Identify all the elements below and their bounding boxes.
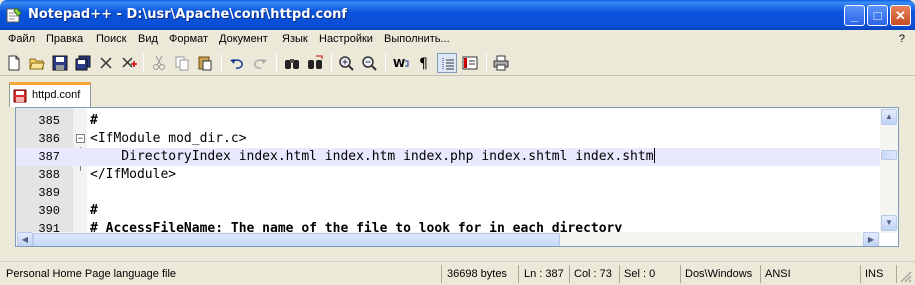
line-number: 385 (38, 114, 60, 128)
code-line[interactable]: 385 # (16, 112, 880, 130)
tab-httpd-conf[interactable]: httpd.conf (9, 82, 91, 107)
user-lang-icon[interactable] (460, 53, 480, 73)
title-bar[interactable]: Notepad++ - D:\usr\Apache\conf\httpd.con… (0, 0, 915, 30)
status-bar: Personal Home Page language file 36698 b… (0, 261, 915, 285)
save-icon[interactable] (50, 53, 70, 73)
code-line[interactable]: 389 (16, 184, 880, 202)
close-file-icon[interactable] (96, 53, 116, 73)
line-number: 386 (38, 132, 60, 146)
save-all-icon[interactable] (73, 53, 93, 73)
zoom-in-icon[interactable] (336, 53, 356, 73)
print-icon[interactable] (491, 53, 511, 73)
tab-strip: httpd.conf (0, 77, 915, 107)
code-line[interactable]: 390 # (16, 202, 880, 220)
status-column: Col : 73 (570, 265, 620, 283)
line-text: # (90, 113, 98, 128)
line-number: 389 (38, 186, 60, 200)
horizontal-scrollbar[interactable]: ◀ ▶ (16, 232, 880, 246)
menu-format[interactable]: Формат (169, 33, 208, 45)
cut-icon[interactable] (149, 53, 169, 73)
scroll-left-icon[interactable]: ◀ (17, 232, 33, 246)
status-insert-mode: INS (861, 265, 897, 283)
tab-label: httpd.conf (32, 89, 81, 101)
minimize-button[interactable]: _ (844, 5, 865, 26)
close-button[interactable]: ✕ (890, 5, 911, 26)
scroll-right-icon[interactable]: ▶ (863, 232, 879, 246)
menu-document[interactable]: Документ (219, 33, 268, 45)
code-line[interactable]: 388 </IfModule> (16, 166, 880, 184)
status-selection: Sel : 0 (620, 265, 681, 283)
vertical-scrollbar[interactable]: ▲ ▼ (880, 108, 898, 233)
line-text: # (90, 203, 98, 218)
scroll-up-icon[interactable]: ▲ (881, 109, 897, 125)
find-icon[interactable] (282, 53, 302, 73)
fold-toggle-icon[interactable]: − (76, 134, 85, 143)
notepad-app-icon (6, 7, 22, 23)
line-number: 388 (38, 168, 60, 182)
menu-edit[interactable]: Правка (46, 33, 83, 45)
menu-settings[interactable]: Настройки (319, 33, 373, 45)
line-number: 390 (38, 204, 60, 218)
menu-view[interactable]: Вид (138, 33, 158, 45)
maximize-button[interactable]: □ (867, 5, 888, 26)
vertical-scroll-thumb[interactable] (881, 150, 897, 160)
menu-help[interactable]: ? (899, 33, 905, 45)
status-encoding: ANSI (761, 265, 861, 283)
svg-text:W: W (393, 57, 405, 70)
menu-run[interactable]: Выполнить... (384, 33, 450, 45)
line-text: DirectoryIndex index.html index.htm inde… (90, 148, 655, 164)
status-file-size: 36698 bytes (443, 265, 519, 283)
zoom-out-icon[interactable] (359, 53, 379, 73)
menu-file[interactable]: Файл (8, 33, 35, 45)
copy-icon[interactable] (172, 53, 192, 73)
open-file-icon[interactable] (27, 53, 47, 73)
line-text: <IfModule mod_dir.c> (90, 131, 247, 146)
indent-guide-icon[interactable] (437, 53, 457, 73)
undo-icon[interactable] (227, 53, 247, 73)
menu-bar: Файл Правка Поиск Вид Формат Документ Яз… (0, 30, 915, 50)
line-number: 387 (38, 150, 60, 164)
window-title: Notepad++ - D:\usr\Apache\conf\httpd.con… (28, 7, 348, 22)
redo-icon[interactable] (250, 53, 270, 73)
scroll-down-icon[interactable]: ▼ (881, 215, 897, 231)
code-line[interactable]: 386 − <IfModule mod_dir.c> (16, 130, 880, 148)
current-line[interactable]: 387 DirectoryIndex index.html index.htm … (16, 148, 880, 166)
editor[interactable]: 385 # 386 − <IfModule mod_dir.c> 387 Dir… (15, 107, 899, 247)
horizontal-scroll-thumb[interactable] (33, 233, 560, 246)
toolbar: W ¶ (0, 50, 915, 76)
menu-search[interactable]: Поиск (96, 33, 126, 45)
status-eol: Dos\Windows (681, 265, 761, 283)
line-text: </IfModule> (90, 167, 177, 182)
new-file-icon[interactable] (4, 53, 24, 73)
close-all-icon[interactable] (119, 53, 139, 73)
show-all-chars-icon[interactable]: ¶ (414, 53, 434, 73)
replace-icon[interactable] (305, 53, 325, 73)
status-language: Personal Home Page language file (2, 265, 442, 283)
menu-language[interactable]: Язык (282, 33, 308, 45)
paste-icon[interactable] (195, 53, 215, 73)
svg-text:¶: ¶ (419, 56, 428, 71)
status-line: Ln : 387 (520, 265, 570, 283)
word-wrap-icon[interactable]: W (391, 53, 411, 73)
modified-file-icon (13, 89, 27, 103)
text-caret (653, 148, 655, 163)
resize-grip-icon[interactable] (899, 270, 912, 283)
